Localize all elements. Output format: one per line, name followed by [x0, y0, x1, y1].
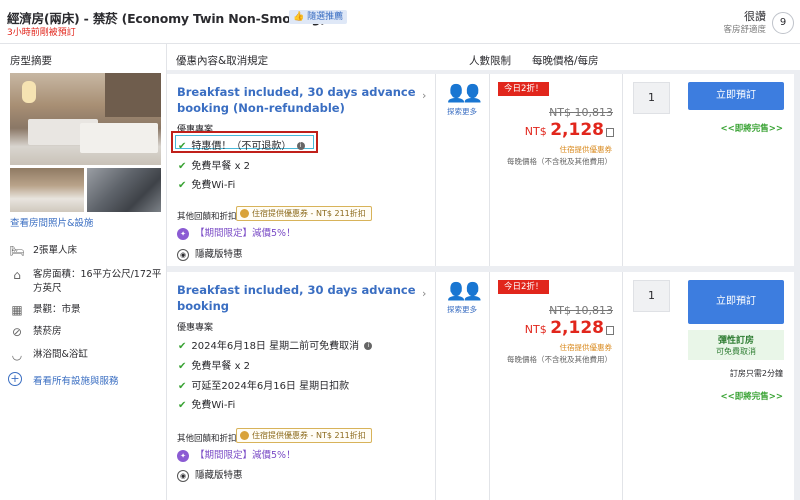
bathtub-icon: ◡	[11, 348, 23, 362]
limited-promo: ✦ 【期間限定】減價5%！	[177, 225, 296, 240]
free-cancel-text: 可免費取消	[716, 347, 756, 356]
room-overview-heading: 房型摘要	[10, 55, 52, 67]
view-icon: ▦	[11, 303, 23, 317]
room-header: 經濟房(兩床) - 禁菸 (Economy Twin Non-Smoking) …	[0, 0, 800, 44]
occupancy-cell[interactable]: 👤👤 探索更多	[442, 280, 483, 315]
benefit-item: ✔ 免費早餐 x 2	[178, 161, 251, 172]
coupon-tag[interactable]: 住宿提供優惠券 - NT$ 211折扣	[236, 206, 372, 221]
occupancy-cell[interactable]: 👤👤 探索更多	[442, 82, 483, 117]
benefit-item: ✔ 免費早餐 x 2	[178, 361, 251, 372]
two-people-icon: 👤👤	[445, 282, 483, 302]
promo-icon: ✦	[177, 227, 189, 240]
offer-subtitle: 優惠專案	[177, 323, 214, 333]
rating-subtitle: 客房舒適度	[723, 25, 766, 35]
current-price: NT$ 2,128	[525, 318, 614, 338]
room-quantity-select[interactable]: 1	[633, 82, 670, 114]
check-icon: ✔	[178, 180, 187, 191]
flexible-booking-box: 彈性訂房 可免費取消	[688, 330, 784, 360]
current-price: NT$ 2,128	[525, 120, 614, 140]
limited-promo: ✦ 【期間限定】減價5%！	[177, 447, 296, 462]
benefit-item: ✔ 可延至2024年6月16日 星期日扣款	[178, 381, 350, 392]
no-smoking-icon: ⊘	[11, 325, 23, 339]
room-size-icon: ⌂	[13, 268, 21, 282]
view-room-photos-link[interactable]: 查看房間照片&設施	[10, 215, 93, 229]
room-photo-main[interactable]	[10, 73, 161, 165]
discount-badge: 今日2折！	[498, 280, 550, 294]
selling-out-text: <<即將完售>>	[720, 124, 784, 134]
lock-icon	[606, 127, 614, 137]
book-now-button[interactable]: 立即預訂	[688, 82, 784, 110]
chevron-right-icon[interactable]: ›	[422, 287, 426, 300]
room-photo-thumbnail[interactable]	[10, 168, 84, 212]
info-icon[interactable]: i	[364, 342, 373, 350]
offer-title-link[interactable]: Breakfast included, 30 days advance book…	[177, 282, 417, 314]
recent-booked-text: 3小時前剛被預訂	[7, 28, 76, 38]
rating-score: 9	[772, 12, 794, 34]
feature-text: 淋浴間&浴缸	[33, 349, 88, 360]
check-icon: ✔	[178, 361, 187, 372]
check-icon: ✔	[178, 161, 187, 172]
bathroom-photo-thumbnail[interactable]	[87, 168, 161, 212]
offer-column-heading: 優惠內容&取消規定	[176, 55, 269, 67]
coupon-icon	[240, 431, 249, 440]
recommend-badge: 👍 隨選推薦	[289, 10, 348, 24]
benefit-item: ✔ 2024年6月18日 星期二前可免費取消 i	[178, 337, 373, 352]
occupancy-more-link: 探索更多	[447, 107, 477, 116]
coupon-note: 住宿提供優惠券	[559, 145, 613, 154]
promo-icon: ✦	[177, 449, 189, 462]
secret-deal-icon: ◉	[177, 469, 189, 482]
occupancy-column-heading: 人數限制	[469, 55, 511, 67]
secret-deal-icon: ◉	[177, 248, 189, 261]
coupon-icon	[240, 209, 249, 218]
price-column-heading: 每晚價格/每房	[532, 55, 599, 67]
feature-text: 景觀：市景	[33, 304, 81, 315]
room-page: 經濟房(兩床) - 禁菸 (Economy Twin Non-Smoking) …	[0, 0, 800, 500]
rating-word: 很讚	[744, 10, 766, 23]
lock-icon	[606, 325, 614, 335]
offer-row: Breakfast included, 30 days advance book…	[167, 74, 794, 266]
coupon-note: 住宿提供優惠券	[559, 343, 613, 352]
original-price: NT$ 10,813	[549, 304, 613, 317]
two-people-icon: 👤👤	[445, 84, 483, 104]
check-icon: ✔	[178, 141, 187, 152]
other-discounts-label: 其他回饋和折扣	[177, 434, 237, 444]
secret-deal: ◉ 隱藏版特惠	[177, 467, 243, 482]
feature-text: 客房面積：16平方公尺/172平方英尺	[33, 269, 162, 294]
original-price: NT$ 10,813	[549, 106, 613, 119]
chevron-right-icon[interactable]: ›	[422, 89, 426, 102]
coupon-tag[interactable]: 住宿提供優惠券 - NT$ 211折扣	[236, 428, 372, 443]
info-icon[interactable]: i	[296, 142, 305, 150]
bed-icon: 🛏	[9, 244, 25, 258]
book-now-button[interactable]: 立即預訂	[688, 280, 784, 324]
room-quantity-select[interactable]: 1	[633, 280, 670, 312]
benefit-item: ✔ 免費Wi-Fi	[178, 180, 236, 191]
offer-row: Breakfast included, 30 days advance book…	[167, 272, 794, 500]
benefit-item: ✔ 免費Wi-Fi	[178, 400, 236, 411]
discount-badge: 今日2折！	[498, 82, 550, 96]
feature-text: 禁菸房	[33, 326, 62, 337]
all-amenities-label: 看看所有設施與服務	[33, 376, 119, 387]
feature-text: 2張單人床	[33, 245, 78, 256]
other-discounts-label: 其他回饋和折扣	[177, 212, 237, 222]
offer-title-link[interactable]: Breakfast included, 30 days advance book…	[177, 84, 417, 116]
booking-time-note: 訂房只需2分鐘	[729, 369, 783, 378]
plus-circle-icon: +	[8, 372, 22, 386]
flexible-booking-title: 彈性訂房	[717, 336, 754, 346]
selling-out-text: <<即將完售>>	[720, 392, 784, 402]
check-icon: ✔	[178, 400, 187, 411]
check-icon: ✔	[178, 341, 187, 352]
secret-deal: ◉ 隱藏版特惠	[177, 246, 243, 261]
check-icon: ✔	[178, 381, 187, 392]
price-note: 每晚價格（不含稅及其他費用）	[507, 355, 612, 364]
occupancy-more-link: 探索更多	[447, 305, 477, 314]
benefit-item: ✔ 特惠價！（不可退款） i	[178, 137, 305, 152]
price-note: 每晚價格（不含稅及其他費用）	[507, 157, 612, 166]
